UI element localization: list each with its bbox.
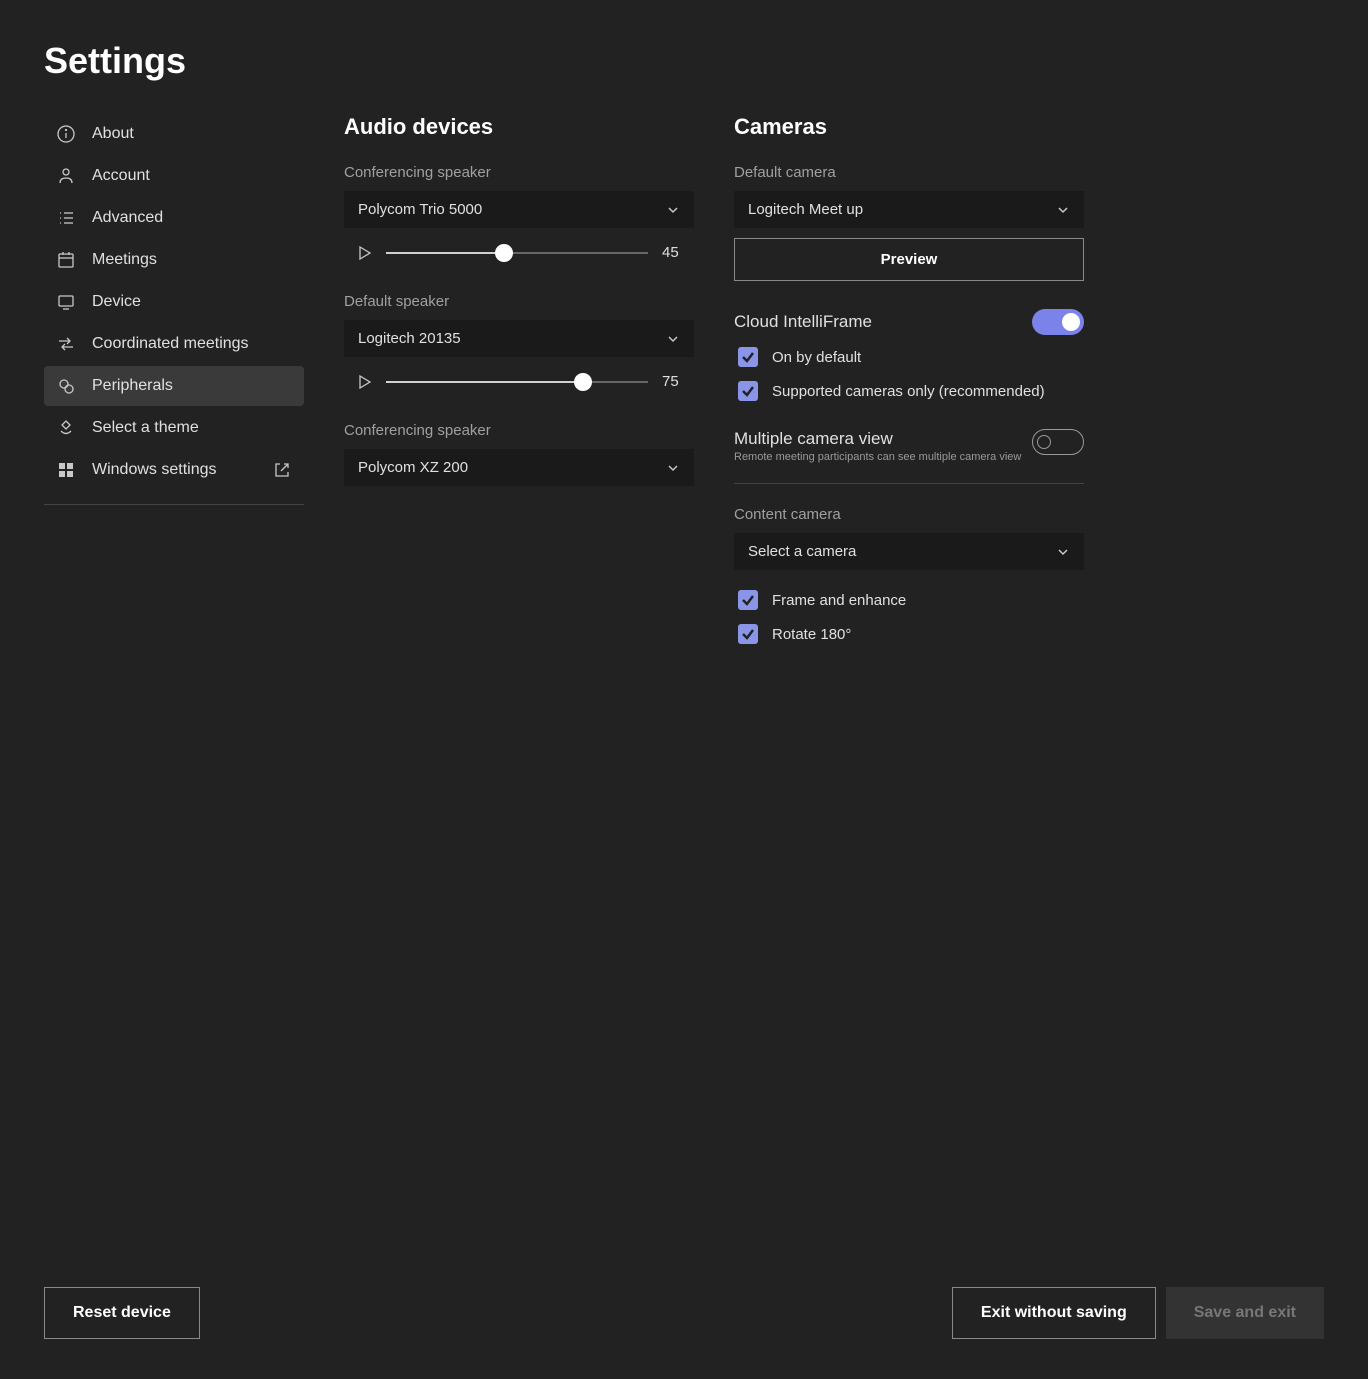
peripherals-icon [56,376,76,396]
chevron-down-icon [1056,203,1070,217]
on-by-default-checkbox[interactable] [738,347,758,367]
conferencing-speaker-label: Conferencing speaker [344,164,694,181]
sidebar-item-peripherals[interactable]: Peripherals [44,366,304,406]
sidebar-item-advanced[interactable]: Advanced [44,198,304,238]
conferencing-speaker-dropdown[interactable]: Polycom Trio 5000 [344,191,694,228]
sidebar-item-label: Meetings [92,251,157,269]
cameras-section: Cameras Default camera Logitech Meet up … [734,114,1084,658]
section-divider [734,483,1084,484]
content-camera-dropdown[interactable]: Select a camera [734,533,1084,570]
dropdown-value: Polycom XZ 200 [358,459,468,476]
sidebar-item-label: Advanced [92,209,163,227]
conferencing-speaker2-dropdown[interactable]: Polycom XZ 200 [344,449,694,486]
sidebar-item-account[interactable]: Account [44,156,304,196]
default-speaker-volume-slider[interactable] [386,381,648,383]
dropdown-value: Logitech Meet up [748,201,863,218]
on-by-default-label: On by default [772,349,861,366]
sidebar-item-label: Peripherals [92,377,173,395]
rotate-180-checkbox[interactable] [738,624,758,644]
play-button[interactable] [356,374,372,390]
external-link-icon [272,460,292,480]
person-icon [56,166,76,186]
sidebar-item-label: About [92,125,134,143]
default-camera-dropdown[interactable]: Logitech Meet up [734,191,1084,228]
page-title: Settings [44,40,1324,82]
audio-devices-section: Audio devices Conferencing speaker Polyc… [344,114,694,658]
swap-icon [56,334,76,354]
default-speaker-dropdown[interactable]: Logitech 20135 [344,320,694,357]
sidebar-item-label: Coordinated meetings [92,335,249,353]
list-icon [56,208,76,228]
sidebar-item-windows-settings[interactable]: Windows settings [44,450,304,490]
frame-enhance-label: Frame and enhance [772,592,906,609]
dropdown-value: Polycom Trio 5000 [358,201,482,218]
sidebar: About Account Advanced Meetings Device [44,114,304,658]
monitor-icon [56,292,76,312]
conferencing-speaker2-label: Conferencing speaker [344,422,694,439]
sidebar-item-label: Account [92,167,150,185]
save-and-exit-button[interactable]: Save and exit [1166,1287,1324,1339]
info-icon [56,124,76,144]
exit-without-saving-button[interactable]: Exit without saving [952,1287,1156,1339]
sidebar-divider [44,504,304,505]
sidebar-item-device[interactable]: Device [44,282,304,322]
chevron-down-icon [666,203,680,217]
supported-cameras-only-checkbox[interactable] [738,381,758,401]
footer: Reset device Exit without saving Save an… [44,1287,1324,1339]
theme-icon [56,418,76,438]
dropdown-value: Select a camera [748,543,856,560]
frame-enhance-checkbox[interactable] [738,590,758,610]
windows-icon [56,460,76,480]
rotate-180-label: Rotate 180° [772,626,851,643]
supported-cameras-only-label: Supported cameras only (recommended) [772,383,1045,400]
multiple-camera-view-label: Multiple camera view [734,429,1021,449]
cameras-section-title: Cameras [734,114,1084,140]
default-camera-label: Default camera [734,164,1084,181]
sidebar-item-select-theme[interactable]: Select a theme [44,408,304,448]
sidebar-item-label: Device [92,293,141,311]
play-button[interactable] [356,245,372,261]
default-speaker-volume-value: 75 [662,373,686,390]
sidebar-item-label: Windows settings [92,461,217,479]
sidebar-item-coordinated-meetings[interactable]: Coordinated meetings [44,324,304,364]
sidebar-item-label: Select a theme [92,419,199,437]
cloud-intelliframe-label: Cloud IntelliFrame [734,312,872,332]
audio-section-title: Audio devices [344,114,694,140]
content-camera-label: Content camera [734,506,1084,523]
reset-device-button[interactable]: Reset device [44,1287,200,1339]
calendar-icon [56,250,76,270]
default-speaker-label: Default speaker [344,293,694,310]
chevron-down-icon [666,332,680,346]
dropdown-value: Logitech 20135 [358,330,461,347]
cloud-intelliframe-toggle[interactable] [1032,309,1084,335]
chevron-down-icon [666,461,680,475]
conferencing-speaker-volume-slider[interactable] [386,252,648,254]
multiple-camera-view-toggle[interactable] [1032,429,1084,455]
preview-button[interactable]: Preview [734,238,1084,281]
conferencing-speaker-volume-value: 45 [662,244,686,261]
chevron-down-icon [1056,545,1070,559]
sidebar-item-meetings[interactable]: Meetings [44,240,304,280]
multiple-camera-view-subtext: Remote meeting participants can see mult… [734,451,1021,463]
sidebar-item-about[interactable]: About [44,114,304,154]
